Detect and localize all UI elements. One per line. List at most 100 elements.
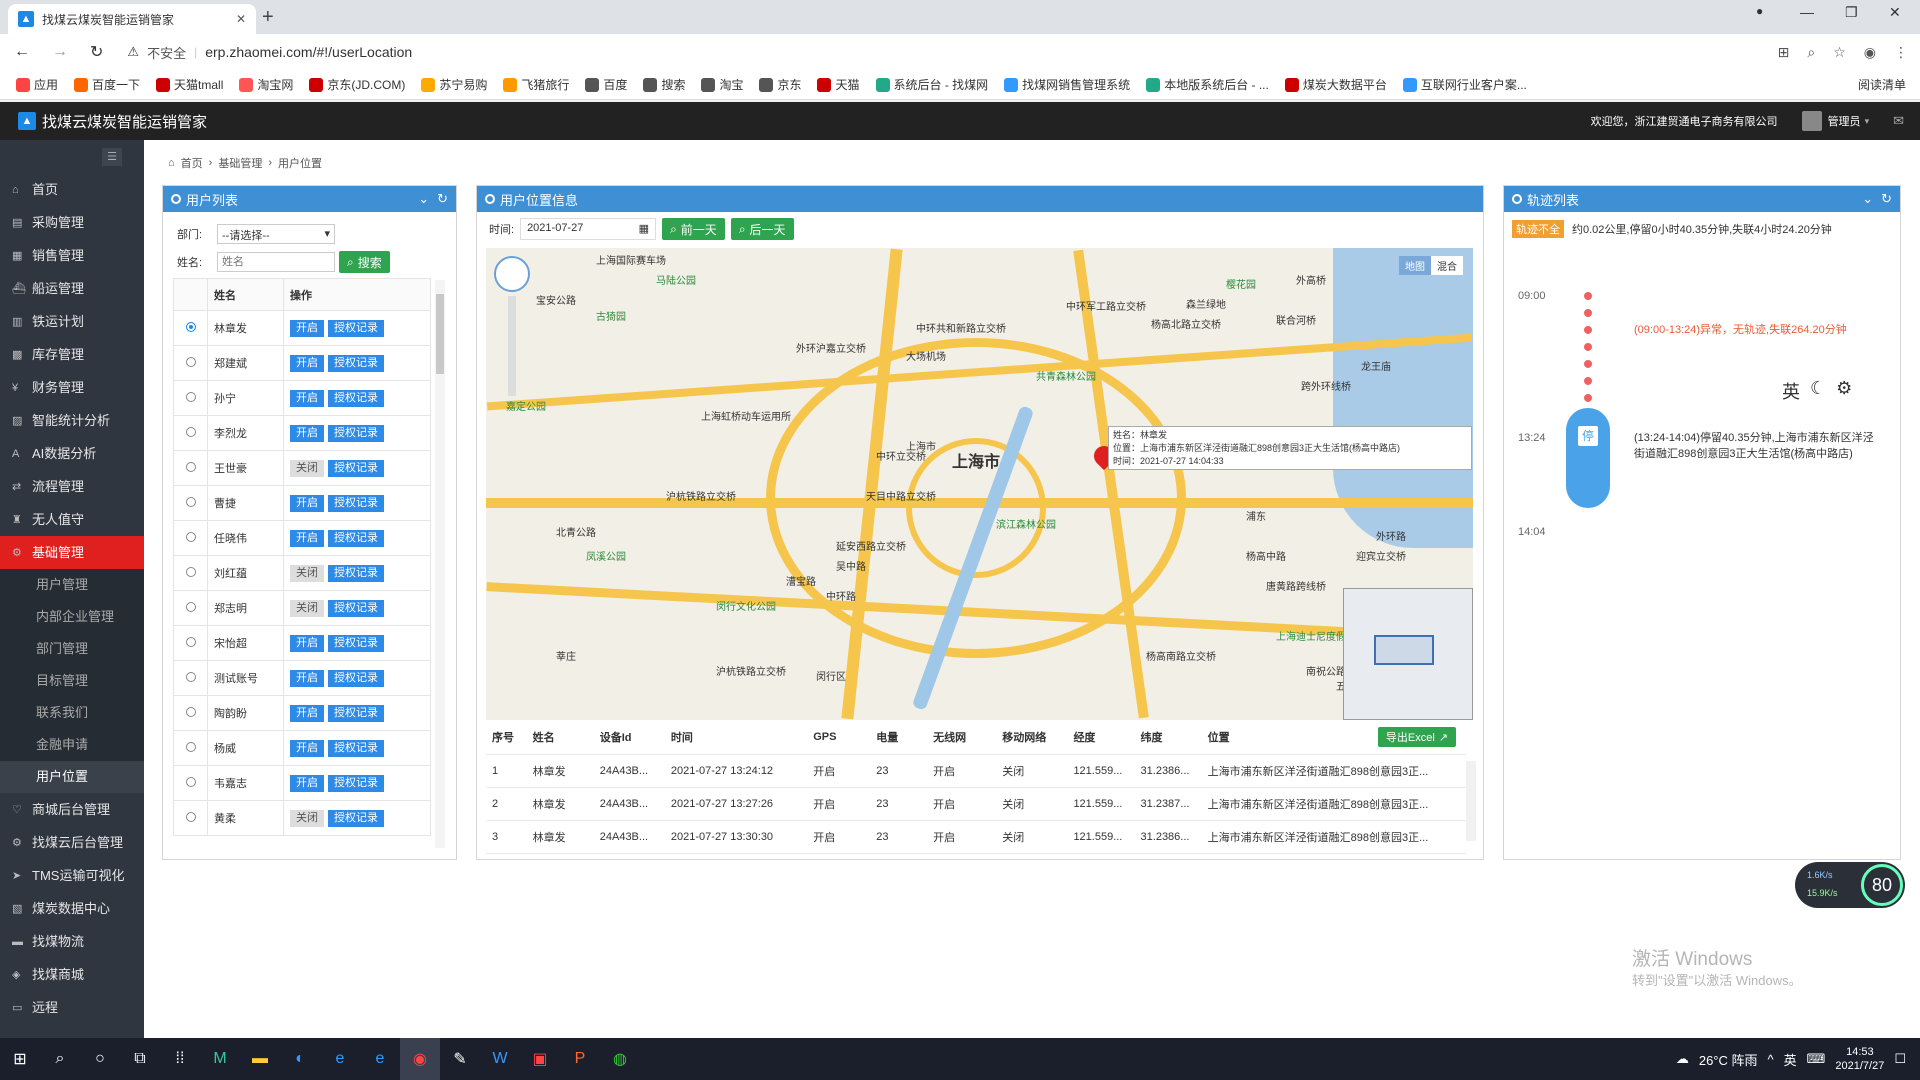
bookmark-item[interactable]: 飞猪旅行 bbox=[497, 76, 575, 93]
bookmark-item[interactable]: 应用 bbox=[10, 76, 64, 93]
table-row[interactable]: 郑志明 关闭 授权记录 bbox=[173, 590, 431, 626]
collapse-icon[interactable]: ⌄ bbox=[1862, 191, 1873, 207]
sidebar-item[interactable]: ➤ TMS运输可视化 bbox=[0, 859, 144, 892]
sidebar-item[interactable]: ▩ 库存管理 bbox=[0, 338, 144, 371]
menu-icon[interactable]: ⋮ bbox=[1894, 44, 1908, 61]
omnibox[interactable]: ⚠ 不安全 | erp.zhaomei.com/#!/userLocation bbox=[127, 43, 1777, 62]
sidebar-item[interactable]: A AI数据分析 bbox=[0, 437, 144, 470]
row-radio[interactable] bbox=[185, 531, 196, 542]
profile-menu-icon[interactable]: ● bbox=[1756, 4, 1763, 18]
reload-icon[interactable]: ↻ bbox=[90, 42, 103, 62]
auth-history-button[interactable]: 授权记录 bbox=[328, 354, 384, 372]
calendar-icon[interactable]: ▦ bbox=[639, 222, 649, 236]
stop-bar[interactable]: 停 bbox=[1566, 408, 1610, 508]
sidebar-item[interactable]: ♜ 无人值守 bbox=[0, 503, 144, 536]
clock-time[interactable]: 14:53 bbox=[1835, 1045, 1884, 1059]
weather-text[interactable]: 26°C 阵雨 bbox=[1699, 1050, 1758, 1069]
toggle-button[interactable]: 关闭 bbox=[290, 459, 324, 477]
sidebar-item[interactable]: ⌂ 首页 bbox=[0, 173, 144, 206]
sidebar-subitem[interactable]: 目标管理 bbox=[0, 665, 144, 697]
keyboard-icon[interactable]: ⌨ bbox=[1807, 1051, 1826, 1067]
table-row[interactable]: 刘红蕴 关闭 授权记录 bbox=[173, 555, 431, 591]
toggle-button[interactable]: 开启 bbox=[290, 494, 324, 512]
bookmark-item[interactable]: 天猫tmall bbox=[150, 76, 229, 93]
close-window-button[interactable]: ✕ bbox=[1889, 4, 1901, 21]
toggle-button[interactable]: 开启 bbox=[290, 704, 324, 722]
sidebar-item[interactable]: ⚙ 基础管理 bbox=[0, 536, 144, 569]
sidebar-item[interactable]: ♡ 商城后台管理 bbox=[0, 793, 144, 826]
row-radio[interactable] bbox=[185, 636, 196, 647]
sidebar-subitem[interactable]: 用户位置 bbox=[0, 761, 144, 793]
account-icon[interactable]: ◉ bbox=[1864, 44, 1876, 61]
bookmark-item[interactable]: 本地版系统后台 - ... bbox=[1140, 76, 1275, 93]
sidebar-subitem[interactable]: 用户管理 bbox=[0, 569, 144, 601]
table-row[interactable]: 林章发 开启 授权记录 bbox=[173, 310, 431, 346]
row-radio[interactable] bbox=[185, 671, 196, 682]
table-row[interactable]: 曹捷 开启 授权记录 bbox=[173, 485, 431, 521]
reading-list[interactable]: 阅读清单 bbox=[1852, 76, 1920, 93]
table-row[interactable]: 2 林章发 24A43B... 2021-07-27 13:27:26 开启 23 开启 关闭… bbox=[486, 787, 1466, 821]
toggle-button[interactable]: 开启 bbox=[290, 529, 324, 547]
auth-history-button[interactable]: 授权记录 bbox=[328, 319, 384, 337]
avatar[interactable] bbox=[1801, 111, 1822, 131]
tray-chevron-icon[interactable]: ^ bbox=[1768, 1052, 1774, 1067]
auth-history-button[interactable]: 授权记录 bbox=[328, 459, 384, 477]
row-radio[interactable] bbox=[185, 391, 196, 402]
toggle-button[interactable]: 开启 bbox=[290, 774, 324, 792]
folder-icon[interactable]: ▬ bbox=[240, 1038, 280, 1080]
collapse-icon[interactable]: ⌄ bbox=[418, 191, 429, 207]
bookmark-item[interactable]: 京东(JD.COM) bbox=[303, 76, 411, 93]
menu-toggle-icon[interactable]: ☰ bbox=[102, 147, 122, 166]
ime-lang[interactable]: 英 bbox=[1782, 378, 1800, 404]
toggle-button[interactable]: 开启 bbox=[290, 669, 324, 687]
cortana-icon[interactable]: ○ bbox=[80, 1038, 120, 1080]
refresh-icon[interactable]: ↻ bbox=[1881, 191, 1892, 207]
bookmark-item[interactable]: 百度 bbox=[579, 76, 633, 93]
auth-history-button[interactable]: 授权记录 bbox=[328, 739, 384, 757]
table-row[interactable]: 王世豪 关闭 授权记录 bbox=[173, 450, 431, 486]
bookmark-item[interactable]: 找煤网销售管理系统 bbox=[998, 76, 1136, 93]
feather-icon[interactable]: ✎ bbox=[440, 1038, 480, 1080]
start-icon[interactable]: ⊞ bbox=[0, 1038, 40, 1080]
table-row[interactable]: 黄柔 关闭 授权记录 bbox=[173, 800, 431, 836]
table-row[interactable]: 测试账号 开启 授权记录 bbox=[173, 660, 431, 696]
word-icon[interactable]: W bbox=[480, 1038, 520, 1080]
star-icon[interactable]: ☆ bbox=[1833, 44, 1846, 61]
map-view[interactable]: 上海国际赛车场 马陆公园 宝安公路 古猗园 中环共和新路立交桥 外环沪嘉立交桥 大场机场 中环… bbox=[486, 248, 1473, 720]
auth-history-button[interactable]: 授权记录 bbox=[328, 529, 384, 547]
row-radio[interactable] bbox=[185, 426, 196, 437]
map-type-map[interactable]: 地图 bbox=[1399, 256, 1431, 275]
dept-select[interactable]: --请选择-- ▾ bbox=[217, 224, 335, 244]
bookmark-item[interactable]: 淘宝 bbox=[695, 76, 749, 93]
gear-icon[interactable]: ⚙ bbox=[1836, 378, 1852, 404]
auth-history-button[interactable]: 授权记录 bbox=[328, 669, 384, 687]
mail-icon[interactable]: ✉ bbox=[1893, 113, 1904, 129]
sidebar-item[interactable]: ⛴ 船运管理 bbox=[0, 272, 144, 305]
auth-history-button[interactable]: 授权记录 bbox=[328, 704, 384, 722]
sidebar-item[interactable]: ¥ 财务管理 bbox=[0, 371, 144, 404]
row-radio[interactable] bbox=[185, 566, 196, 577]
table-row[interactable]: 1 林章发 24A43B... 2021-07-27 13:24:12 开启 23 开启 关闭… bbox=[486, 754, 1466, 788]
bookmark-item[interactable]: 淘宝网 bbox=[233, 76, 299, 93]
toggle-button[interactable]: 开启 bbox=[290, 354, 324, 372]
toggle-button[interactable]: 关闭 bbox=[290, 564, 324, 582]
forward-icon[interactable]: → bbox=[52, 43, 68, 61]
url-text[interactable]: erp.zhaomei.com/#!/userLocation bbox=[205, 44, 412, 60]
bookmark-item[interactable]: 天猫 bbox=[811, 76, 865, 93]
refresh-icon[interactable]: ↻ bbox=[437, 191, 448, 207]
sidebar-item[interactable]: ▤ 采购管理 bbox=[0, 206, 144, 239]
bookmark-item[interactable]: 百度一下 bbox=[68, 76, 146, 93]
toggle-button[interactable]: 关闭 bbox=[290, 809, 324, 827]
table-row[interactable]: 孙宁 开启 授权记录 bbox=[173, 380, 431, 416]
row-radio[interactable] bbox=[185, 601, 196, 612]
crumb-base[interactable]: 基础管理 bbox=[218, 155, 262, 171]
toggle-button[interactable]: 开启 bbox=[290, 739, 324, 757]
sidebar-item[interactable]: ▨ 智能统计分析 bbox=[0, 404, 144, 437]
sidebar-item[interactable]: ◈ 找煤商城 bbox=[0, 958, 144, 991]
bookmark-item[interactable]: 系统后台 - 找煤网 bbox=[870, 76, 995, 93]
back-icon[interactable]: ← bbox=[14, 43, 30, 61]
bookmark-item[interactable]: 搜索 bbox=[637, 76, 691, 93]
table-row[interactable]: 李烈龙 开启 授权记录 bbox=[173, 415, 431, 451]
auth-history-button[interactable]: 授权记录 bbox=[328, 564, 384, 582]
powerpoint-icon[interactable]: P bbox=[560, 1038, 600, 1080]
